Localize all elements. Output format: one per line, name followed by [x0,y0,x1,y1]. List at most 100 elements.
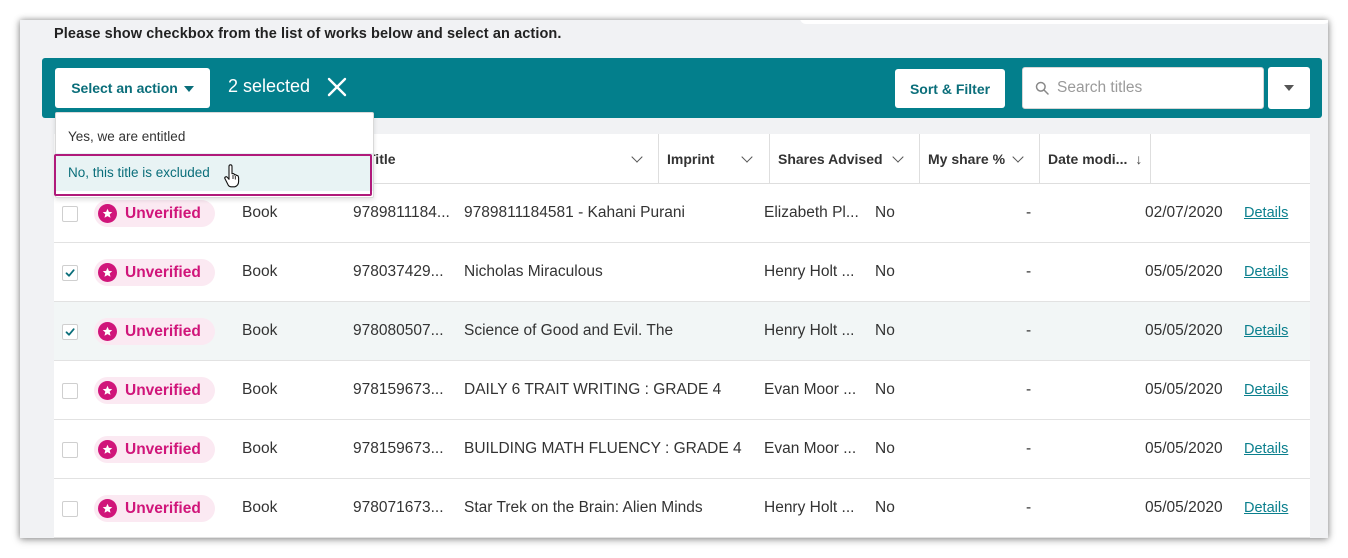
instruction-text: Please show checkbox from the list of wo… [54,26,562,42]
column-header-shares-advised[interactable]: Shares Advised [769,134,919,184]
search-input[interactable] [1057,79,1247,97]
star-icon [98,381,117,400]
status-label: Unverified [125,381,201,399]
app-frame: Please show checkbox from the list of wo… [20,20,1328,538]
top-strip [800,20,1328,24]
details-link[interactable]: Details [1244,323,1288,339]
table-row: Unverified Book 978159673... BUILDING MATH … [54,420,1310,479]
row-checkbox[interactable] [62,265,78,281]
column-header-imprint[interactable]: Imprint [658,134,769,184]
row-checkbox[interactable] [62,206,78,222]
cell-my-share: - [1026,381,1032,398]
status-label: Unverified [125,499,201,517]
cell-title: DAILY 6 TRAIT WRITING : GRADE 4 [464,381,722,398]
cell-action: Details [1244,302,1288,360]
cell-imprint: Elizabeth Pl... [764,204,859,221]
details-link[interactable]: Details [1244,205,1288,221]
column-header-title[interactable]: Title [358,134,658,184]
cell-shares: No [875,322,895,339]
cell-title: BUILDING MATH FLUENCY : GRADE 4 [464,440,742,457]
cell-action: Details [1244,243,1288,301]
cell-isbn: 978159673... [353,440,444,457]
details-link[interactable]: Details [1244,382,1288,398]
row-checkbox[interactable] [62,383,78,399]
cell-type: Book [242,263,278,280]
column-header-my-share[interactable]: My share % [919,134,1039,184]
action-toolbar: Select an action 2 selected Sort & Filte… [42,58,1322,118]
cell-type: Book [242,322,278,339]
row-checkbox[interactable] [62,501,78,517]
star-icon [98,440,117,459]
cell-isbn: 978037429... [353,263,444,280]
cell-action: Details [1244,420,1288,478]
column-header-actions [1150,134,1310,184]
menu-item-excluded[interactable]: No, this title is excluded [56,153,373,191]
details-link[interactable]: Details [1244,264,1288,280]
search-icon [1035,81,1049,95]
cell-type: Book [242,499,278,516]
status-label: Unverified [125,263,201,281]
cell-title: Nicholas Miraculous [464,263,603,280]
cell-imprint: Henry Holt ... [764,322,855,339]
cell-title: 9789811184581 - Kahani Purani [464,204,685,221]
cell-title: Science of Good and Evil. The [464,322,674,339]
checkmark-icon [65,269,75,277]
cell-imprint: Evan Moor ... [764,381,857,398]
hand-pointer-icon [224,164,240,188]
cell-type: Book [242,440,278,457]
menu-item-entitled[interactable]: Yes, we are entitled [56,117,373,155]
chevron-down-icon [1284,85,1294,91]
action-dropdown-menu: Yes, we are entitled No, this title is e… [55,112,374,198]
select-action-button[interactable]: Select an action [55,68,210,108]
status-badge: Unverified [94,259,215,286]
search-box [1022,67,1264,109]
star-icon [98,263,117,282]
column-header-date-modified[interactable]: Date modi... ↓ [1039,134,1150,184]
status-badge: Unverified [94,495,215,522]
search-options-button[interactable] [1268,67,1310,109]
status-label: Unverified [125,440,201,458]
caret-down-icon [183,86,194,92]
status-badge: Unverified [94,318,215,345]
chevron-down-icon [1012,151,1024,163]
selected-count: 2 selected [228,76,311,96]
table-row: Unverified Book 978159673... DAILY 6 TRAIT … [54,361,1310,420]
cell-shares: No [875,499,895,516]
cell-shares: No [875,381,895,398]
cell-date: 05/05/2020 [1145,440,1223,457]
cell-my-share: - [1026,440,1032,457]
cell-isbn: 978080507... [353,322,444,339]
table-row: Unverified Book 978071673... Star Trek on t… [54,479,1310,538]
cell-type: Book [242,381,278,398]
row-checkbox[interactable] [62,442,78,458]
cell-isbn: 978071673... [353,499,444,516]
status-badge: Unverified [94,200,215,227]
cell-date: 05/05/2020 [1145,322,1223,339]
details-link[interactable]: Details [1244,500,1288,516]
details-link[interactable]: Details [1244,441,1288,457]
chevron-down-icon [892,151,904,163]
cell-action: Details [1244,361,1288,419]
cell-shares: No [875,440,895,457]
select-action-label: Select an action [71,80,178,96]
checkmark-icon [65,328,75,336]
sort-descending-icon: ↓ [1135,151,1143,167]
cell-imprint: Henry Holt ... [764,499,855,516]
status-label: Unverified [125,204,201,222]
star-icon [98,499,117,518]
sort-filter-button[interactable]: Sort & Filter [895,69,1005,108]
table-row: Unverified Book 978037429... Nicholas Mirac… [54,243,1310,302]
row-checkbox[interactable] [62,324,78,340]
cell-action: Details [1244,184,1288,242]
cell-action: Details [1244,479,1288,537]
cell-my-share: - [1026,204,1032,221]
cell-my-share: - [1026,322,1032,339]
cell-shares: No [875,204,895,221]
cell-shares: No [875,263,895,280]
cell-my-share: - [1026,263,1032,280]
cell-date: 05/05/2020 [1145,499,1223,516]
close-icon[interactable] [326,76,348,98]
cell-my-share: - [1026,499,1032,516]
cell-date: 02/07/2020 [1145,204,1223,221]
chevron-down-icon [631,151,643,163]
